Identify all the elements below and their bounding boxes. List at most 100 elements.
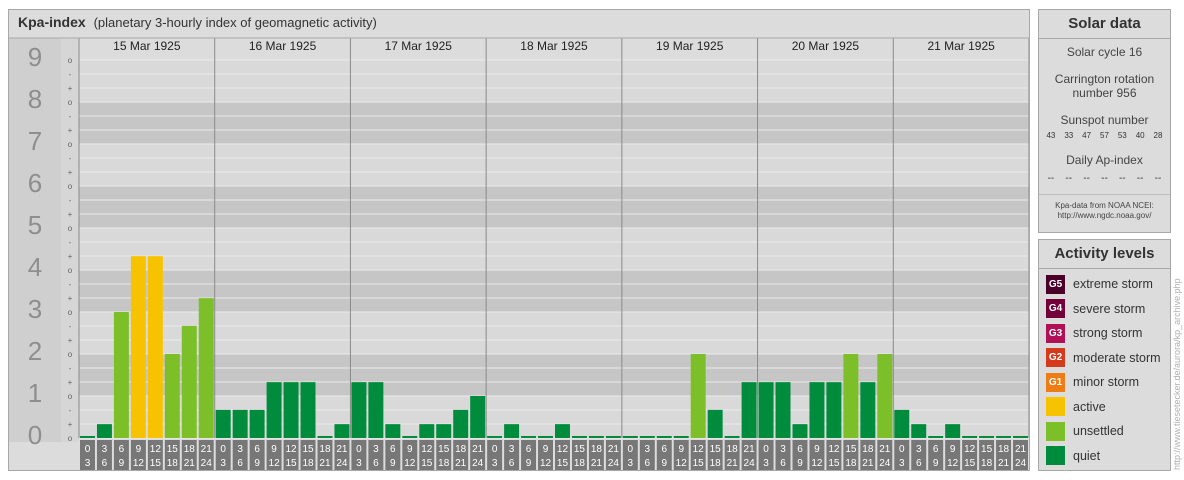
level-label: moderate storm — [1073, 350, 1161, 365]
y-minor-label: - — [69, 406, 72, 415]
y-minor-label: - — [69, 280, 72, 289]
hour-start-label: 0 — [220, 444, 226, 455]
y-minor-label: o — [68, 434, 73, 443]
hour-end-label: 18 — [302, 458, 314, 469]
kp-bar — [571, 436, 587, 438]
activity-levels-panel: Activity levels G5 extreme storm G4 severe … — [1038, 239, 1171, 471]
hour-start-label: 21 — [472, 444, 484, 455]
y-minor-label: + — [68, 252, 73, 261]
kp-bar — [80, 436, 95, 438]
hour-end-label: 24 — [1015, 458, 1027, 469]
hour-end-label: 12 — [133, 458, 145, 469]
chart-title: Kpa-index — [18, 14, 86, 30]
kp-bar — [249, 409, 265, 438]
kp-bar — [470, 396, 486, 438]
hour-start-label: 6 — [526, 444, 532, 455]
kp-bar — [945, 424, 961, 438]
kp-bar — [1013, 436, 1028, 438]
level-label: quiet — [1073, 448, 1101, 463]
ap-value: -- — [1136, 173, 1144, 184]
y-minor-label: o — [68, 308, 73, 317]
y-minor-label: + — [68, 210, 73, 219]
hour-end-label: 3 — [628, 458, 634, 469]
hour-end-label: 18 — [710, 458, 722, 469]
kp-bar — [402, 436, 418, 438]
y-tick-label: 8 — [28, 84, 42, 114]
hour-start-label: 18 — [591, 444, 603, 455]
hour-start-label: 9 — [271, 444, 277, 455]
kp-bar — [147, 256, 163, 438]
hour-end-label: 15 — [421, 458, 433, 469]
y-minor-label: - — [69, 322, 72, 331]
data-source-label: Kpa-data from NOAA NCEI: — [1055, 201, 1154, 210]
level-swatch: G3 — [1046, 323, 1065, 343]
hour-start-label: 12 — [557, 444, 569, 455]
sunspot-value: 47 — [1082, 131, 1092, 140]
ap-value: -- — [1154, 173, 1162, 184]
kp-bar — [453, 409, 469, 438]
solar-data-panel: Solar data Solar cycle 16 Carrington rot… — [1038, 9, 1171, 233]
ap-value: -- — [1118, 173, 1126, 184]
sunspot-number-label: Sunspot number — [1060, 113, 1149, 127]
level-swatch: G5 — [1046, 274, 1065, 294]
day-label: 19 Mar 1925 — [656, 39, 724, 53]
hour-start-label: 0 — [356, 444, 362, 455]
hour-start-label: 3 — [373, 444, 379, 455]
kp-bar — [758, 382, 774, 438]
band-7 — [79, 102, 1029, 144]
band-4 — [79, 228, 1029, 270]
hour-end-label: 3 — [220, 458, 226, 469]
hour-end-label: 9 — [254, 458, 260, 469]
kp-bar — [809, 382, 825, 438]
level-swatch: G1 — [1046, 372, 1065, 392]
hour-start-label: 18 — [184, 444, 196, 455]
level-label: unsettled — [1073, 424, 1124, 439]
y-minor-label: - — [69, 364, 72, 373]
activity-levels-title: Activity levels — [1039, 240, 1170, 269]
level-swatch — [1046, 446, 1065, 466]
y-tick-label: 4 — [28, 252, 42, 282]
hour-start-label: 15 — [167, 444, 179, 455]
hour-start-label: 9 — [814, 444, 820, 455]
y-minor-label: o — [68, 182, 73, 191]
hour-end-label: 9 — [933, 458, 939, 469]
hour-end-label: 21 — [319, 458, 331, 469]
hour-start-label: 3 — [509, 444, 515, 455]
kp-bar — [96, 424, 112, 438]
y-minor-label: - — [69, 154, 72, 163]
hour-start-label: 15 — [302, 444, 314, 455]
level-swatch: G2 — [1046, 348, 1065, 368]
hour-end-label: 9 — [661, 458, 667, 469]
kp-bar — [877, 354, 893, 438]
hour-start-label: 18 — [727, 444, 739, 455]
kp-bar — [911, 424, 927, 438]
hour-start-label: 21 — [201, 444, 213, 455]
y-minor-label: + — [68, 168, 73, 177]
hour-end-label: 24 — [879, 458, 891, 469]
y-minor-label: + — [68, 294, 73, 303]
hour-start-label: 6 — [390, 444, 396, 455]
day-label: 21 Mar 1925 — [927, 39, 995, 53]
hour-end-label: 21 — [727, 458, 739, 469]
kp-bar — [690, 354, 706, 438]
hour-end-label: 24 — [472, 458, 484, 469]
hour-start-label: 9 — [950, 444, 956, 455]
hour-end-label: 15 — [693, 458, 705, 469]
y-minor-label: - — [69, 238, 72, 247]
hour-end-label: 3 — [85, 458, 91, 469]
kp-bar — [215, 409, 231, 438]
kp-bar — [843, 354, 859, 438]
hour-end-label: 15 — [828, 458, 840, 469]
hour-start-label: 12 — [828, 444, 840, 455]
kp-bar — [894, 409, 910, 438]
hour-end-label: 21 — [184, 458, 196, 469]
kp-bar — [334, 424, 350, 438]
kp-bar — [198, 298, 214, 438]
ap-value: -- — [1047, 173, 1055, 184]
y-tick-label: 3 — [28, 294, 42, 324]
hour-start-label: 3 — [916, 444, 922, 455]
level-swatch — [1046, 397, 1065, 417]
y-minor-label: + — [68, 378, 73, 387]
hour-start-label: 9 — [136, 444, 142, 455]
ap-value: -- — [1101, 173, 1108, 184]
